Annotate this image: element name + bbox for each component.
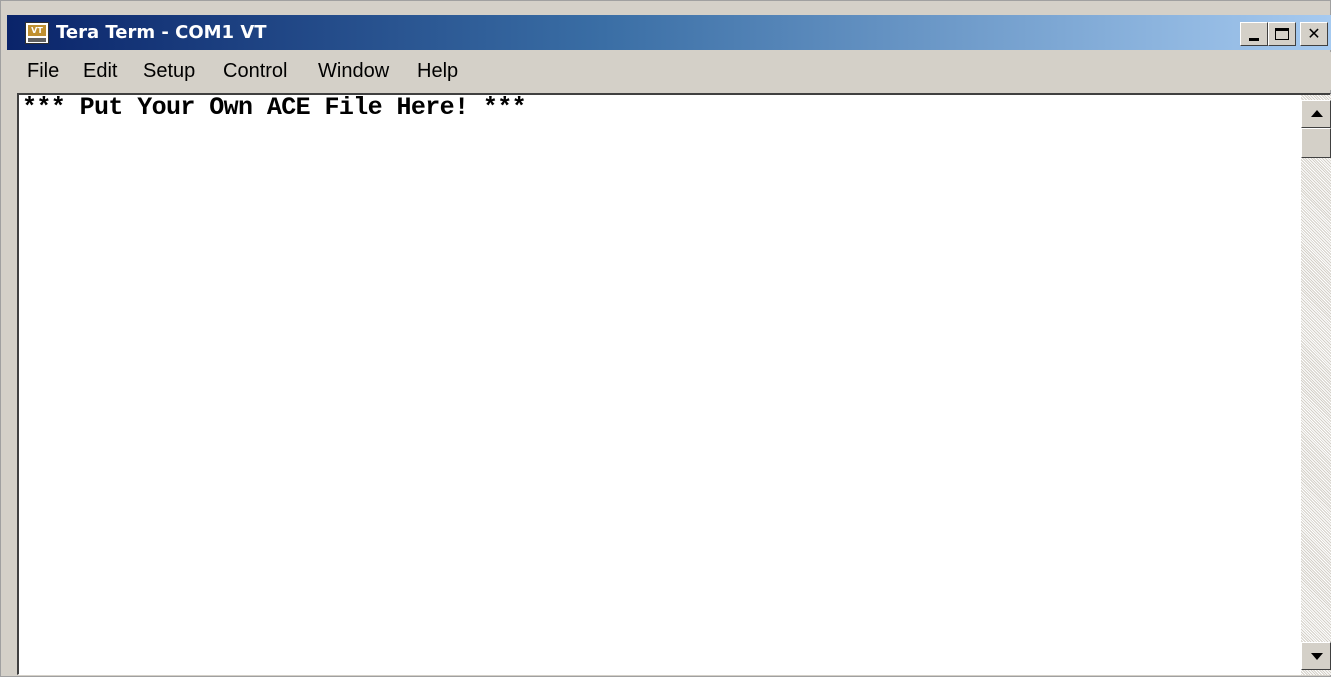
scroll-down-arrow-icon	[1311, 653, 1323, 660]
menu-help[interactable]: Help	[417, 52, 458, 90]
menu-edit[interactable]: Edit	[83, 52, 117, 90]
scroll-up-button[interactable]	[1301, 100, 1331, 128]
title-bar[interactable]: VT Tera Term - COM1 VT ✕	[7, 15, 1331, 50]
window-title: Tera Term - COM1 VT	[56, 22, 267, 43]
menu-window[interactable]: Window	[318, 52, 389, 90]
menu-control[interactable]: Control	[223, 52, 287, 90]
maximize-button[interactable]	[1268, 22, 1296, 46]
vt-icon-screen: VT	[28, 25, 46, 36]
menu-setup[interactable]: Setup	[143, 52, 195, 90]
maximize-icon	[1275, 28, 1289, 40]
menu-bar: File Edit Setup Control Window Help	[7, 52, 1331, 90]
scroll-down-button[interactable]	[1301, 642, 1331, 670]
vt-terminal-icon[interactable]: VT	[25, 22, 49, 44]
minimize-icon	[1249, 38, 1259, 41]
tera-term-window: VT Tera Term - COM1 VT ✕ File Edit Setup…	[0, 0, 1331, 677]
close-icon: ✕	[1307, 24, 1321, 43]
minimize-button[interactable]	[1240, 22, 1268, 46]
vt-icon-keyboard	[28, 38, 46, 42]
terminal-output[interactable]: *** Put Your Own ACE File Here! ***	[17, 93, 1331, 675]
menu-file[interactable]: File	[27, 52, 59, 90]
scroll-up-arrow-icon	[1311, 110, 1323, 117]
terminal-line: *** Put Your Own ACE File Here! ***	[22, 93, 527, 122]
scroll-thumb[interactable]	[1301, 128, 1331, 158]
close-button[interactable]: ✕	[1300, 22, 1328, 46]
vertical-scrollbar[interactable]	[1301, 95, 1331, 675]
